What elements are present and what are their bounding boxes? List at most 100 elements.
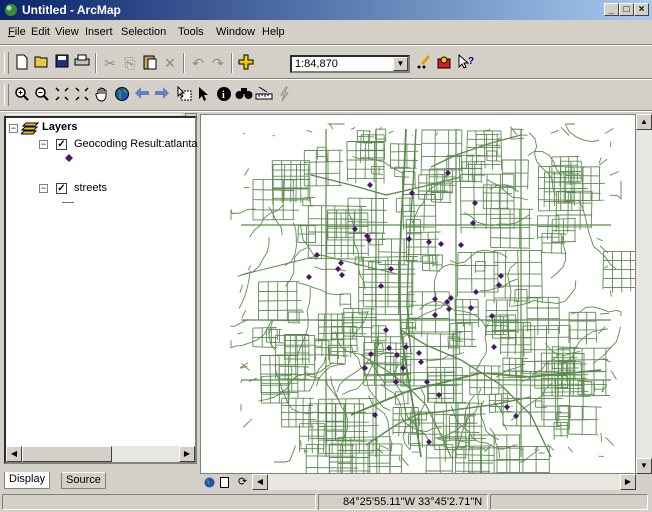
menu-selection[interactable]: Selection xyxy=(121,26,166,38)
map-canvas[interactable] xyxy=(201,115,635,473)
geocoded-point[interactable] xyxy=(339,272,345,278)
zoom-in-icon[interactable] xyxy=(12,86,32,104)
svg-text:i: i xyxy=(222,90,225,101)
map-horizontal-scrollbar[interactable]: ◀ ▶ xyxy=(252,474,636,490)
scroll-left-icon[interactable]: ◀ xyxy=(6,446,22,462)
scroll-thumb[interactable] xyxy=(22,446,112,462)
geocoded-point[interactable] xyxy=(418,359,424,365)
save-icon[interactable] xyxy=(52,54,72,72)
back-extent-arrow-icon[interactable] xyxy=(132,86,152,104)
geocoded-point[interactable] xyxy=(468,305,474,311)
geocoded-point[interactable] xyxy=(367,182,373,188)
fixed-zoom-in-icon[interactable] xyxy=(52,86,72,104)
menu-insert[interactable]: Insert xyxy=(85,26,113,38)
hyperlink-lightning-icon[interactable] xyxy=(274,86,294,104)
toc-horizontal-scrollbar[interactable]: ◀ ▶ xyxy=(6,446,195,462)
collapse-geocoding-layer-icon[interactable]: − xyxy=(39,140,48,149)
fixed-zoom-out-icon[interactable] xyxy=(72,86,92,104)
open-folder-icon[interactable] xyxy=(32,54,52,72)
geocoded-point[interactable] xyxy=(432,312,438,318)
undo-icon[interactable]: ↶ xyxy=(188,54,208,72)
refresh-icon[interactable]: ⟳ xyxy=(238,475,247,488)
layout-view-page-icon[interactable] xyxy=(220,477,229,488)
close-button[interactable]: × xyxy=(634,3,649,16)
geocoded-point[interactable] xyxy=(383,327,389,333)
geocoded-point[interactable] xyxy=(378,283,384,289)
forward-extent-arrow-icon[interactable] xyxy=(152,86,172,104)
geocoded-point[interactable] xyxy=(388,266,394,272)
menu-edit[interactable]: Edit xyxy=(31,26,50,38)
geocoding-layer-name[interactable]: Geocoding Result:atlanta xyxy=(74,138,198,150)
geocoded-point[interactable] xyxy=(394,352,400,358)
whats-this-help-icon[interactable]: ? xyxy=(456,53,476,72)
point-symbol-icon[interactable] xyxy=(65,154,73,162)
geocoded-point[interactable] xyxy=(491,344,497,350)
redo-icon[interactable]: ↷ xyxy=(208,54,228,72)
map-vertical-scrollbar[interactable]: ▲ ▼ xyxy=(636,114,652,474)
data-view-globe-icon[interactable] xyxy=(204,477,215,488)
line-symbol-icon[interactable] xyxy=(62,202,74,203)
pan-hand-icon[interactable] xyxy=(92,86,112,104)
layers-root-label[interactable]: Layers xyxy=(42,121,77,133)
geocoded-point[interactable] xyxy=(368,351,374,357)
geocoded-point[interactable] xyxy=(306,274,312,280)
arctoolbox-icon[interactable] xyxy=(434,54,454,72)
select-elements-arrow-icon[interactable] xyxy=(194,86,214,104)
identify-icon[interactable]: i xyxy=(214,86,234,104)
menu-file[interactable]: File xyxy=(8,26,26,38)
copy-icon[interactable]: ⎘ xyxy=(120,54,140,72)
zoom-out-icon[interactable] xyxy=(32,86,52,104)
toolbar-separator-line xyxy=(0,78,652,80)
toolbar-grip[interactable] xyxy=(4,52,9,74)
geocoded-point[interactable] xyxy=(438,241,444,247)
geocoded-point[interactable] xyxy=(473,289,479,295)
chevron-down-icon[interactable]: ▼ xyxy=(393,57,408,71)
streets-layer-name[interactable]: streets xyxy=(74,182,107,194)
print-icon[interactable] xyxy=(72,54,92,72)
geocoded-point[interactable] xyxy=(416,350,422,356)
geocoded-point[interactable] xyxy=(426,439,432,445)
select-features-icon[interactable] xyxy=(174,85,194,104)
maximize-button[interactable]: □ xyxy=(619,3,634,16)
streets-layer-checkbox[interactable]: ✓ xyxy=(56,183,67,194)
scroll-right-icon[interactable]: ▶ xyxy=(620,474,636,490)
layers-icon xyxy=(21,122,39,135)
collapse-streets-layer-icon[interactable]: − xyxy=(39,184,48,193)
tab-source[interactable]: Source xyxy=(61,472,106,489)
menu-view[interactable]: View xyxy=(55,26,79,38)
tab-display[interactable]: Display xyxy=(4,472,51,489)
measure-icon[interactable] xyxy=(254,86,274,104)
find-binoculars-icon[interactable] xyxy=(234,86,254,104)
new-document-icon[interactable] xyxy=(12,54,32,72)
geocoded-point[interactable] xyxy=(489,313,495,319)
geocoded-point[interactable] xyxy=(352,226,358,232)
toolbar-separator xyxy=(183,53,185,73)
menu-help[interactable]: Help xyxy=(262,26,285,38)
editor-toolbar-icon[interactable] xyxy=(414,54,434,72)
geocoded-point[interactable] xyxy=(458,242,464,248)
status-coordinates: 84°25'55.11"W 33°45'2.71"N xyxy=(318,494,488,510)
geocoded-point[interactable] xyxy=(504,404,510,410)
delete-icon[interactable]: ✕ xyxy=(160,54,180,72)
scroll-up-icon[interactable]: ▲ xyxy=(636,114,652,130)
add-data-icon[interactable] xyxy=(236,54,256,72)
cut-icon[interactable]: ✂ xyxy=(100,54,120,72)
toolbar-grip[interactable] xyxy=(4,84,9,106)
collapse-layers-icon[interactable]: − xyxy=(9,124,18,133)
minimize-button[interactable]: _ xyxy=(604,3,619,16)
paste-icon[interactable] xyxy=(140,54,160,72)
map-scale-input[interactable]: 1:84,870 ▼ xyxy=(290,55,410,73)
scroll-left-icon[interactable]: ◀ xyxy=(252,474,268,490)
scroll-down-icon[interactable]: ▼ xyxy=(636,458,652,474)
geocoded-point[interactable] xyxy=(446,306,452,312)
menu-window[interactable]: Window xyxy=(216,26,255,38)
full-extent-globe-icon[interactable] xyxy=(112,86,132,104)
menu-tools[interactable]: Tools xyxy=(178,26,204,38)
geocoded-point[interactable] xyxy=(432,296,438,302)
scroll-right-icon[interactable]: ▶ xyxy=(179,446,195,462)
map-view[interactable] xyxy=(200,114,636,474)
geocoded-point[interactable] xyxy=(386,345,392,351)
geocoded-point[interactable] xyxy=(426,239,432,245)
geocoded-point[interactable] xyxy=(335,266,341,272)
geocoding-layer-checkbox[interactable]: ✓ xyxy=(56,139,67,150)
